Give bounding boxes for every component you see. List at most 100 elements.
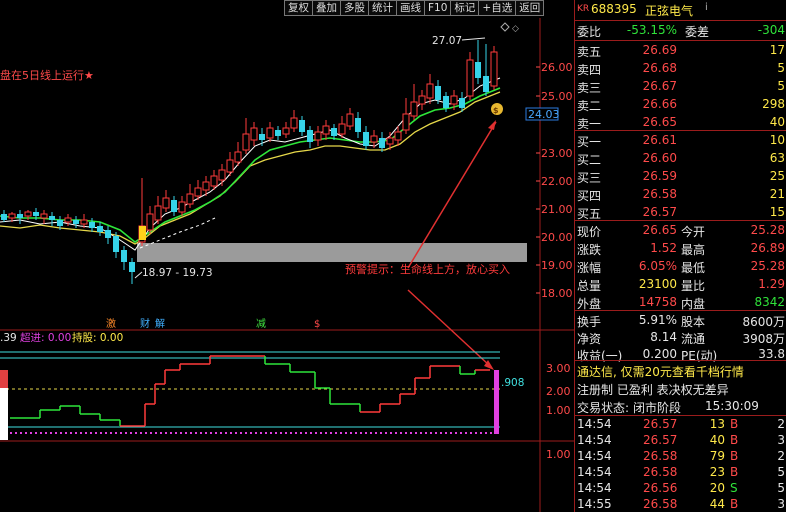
bid-volume: 15 xyxy=(769,205,785,219)
stat-label: 今开 xyxy=(681,225,706,239)
info-icon[interactable]: i xyxy=(705,2,708,13)
tick-direction: B xyxy=(730,497,739,511)
ask-price: 26.65 xyxy=(642,115,677,129)
bid-row[interactable]: 买二 26.60 63 xyxy=(575,149,786,167)
price-axis-label: 23.00 xyxy=(541,147,573,160)
candle-body xyxy=(8,213,16,219)
trade-status-value: 闭市阶段 xyxy=(633,401,682,415)
ask-volume: 17 xyxy=(769,43,785,57)
candle-body xyxy=(450,95,458,105)
candle-body xyxy=(483,76,489,92)
quote-stat-row: 现价 26.65 今开 25.28 xyxy=(575,221,786,239)
stat-value: 0.200 xyxy=(642,347,677,361)
bid-row[interactable]: 买一 26.61 10 xyxy=(575,131,786,149)
settings-icon[interactable]: ◇ xyxy=(512,24,519,34)
candle-body xyxy=(80,219,88,225)
candle-body xyxy=(299,120,305,132)
tick-volume: 44 xyxy=(709,497,725,511)
candle-body xyxy=(386,137,394,145)
ask-row[interactable]: 卖二 26.66 298 xyxy=(575,95,786,113)
weibi-value: -53.15% xyxy=(626,23,677,37)
candle-body xyxy=(307,130,313,142)
ask-label: 卖五 xyxy=(577,45,602,59)
tick-row: 14:54 26.56 20 S 5 xyxy=(575,480,786,496)
tick-count: 3 xyxy=(777,497,785,511)
ma20-line xyxy=(0,87,501,243)
candle-body xyxy=(275,130,281,136)
bid-volume: 25 xyxy=(769,169,785,183)
ask-row[interactable]: 卖一 26.65 40 xyxy=(575,113,786,131)
current-price-tag-text: 24.03 xyxy=(528,108,560,121)
event-mark[interactable]: 激 xyxy=(106,317,116,330)
candle-body xyxy=(250,127,258,141)
stat-value: 26.89 xyxy=(750,241,785,255)
candle-body xyxy=(346,113,354,127)
candle-body xyxy=(89,222,95,228)
candle-body xyxy=(49,216,55,220)
event-mark[interactable]: $ xyxy=(314,319,320,330)
highlight-candle xyxy=(139,226,146,240)
bid-label: 买一 xyxy=(577,135,602,149)
quote-panel: KR 688395 正弦电气 i 委比 -53.15% 委差 -304 卖五 2… xyxy=(574,0,786,512)
sub-label-a: .39 xyxy=(0,332,17,344)
tick-volume: 13 xyxy=(709,417,725,431)
ask-label: 卖二 xyxy=(577,99,602,113)
tick-volume: 23 xyxy=(709,465,725,479)
bid-price: 26.57 xyxy=(642,205,677,219)
tick-price: 26.57 xyxy=(643,433,678,447)
trade-status-time: 15:30:09 xyxy=(705,399,759,413)
candle-body xyxy=(105,230,111,238)
candle-body xyxy=(210,175,218,187)
ask-row[interactable]: 卖五 26.69 17 xyxy=(575,41,786,59)
event-mark[interactable]: 解 xyxy=(155,317,165,330)
candle-body xyxy=(24,211,32,217)
diamond-icon xyxy=(500,22,510,32)
tick-row: 14:54 26.58 79 B 2 xyxy=(575,448,786,464)
quote-stat-row: 净资 8.14 流通 3908万 xyxy=(575,328,786,346)
stat-value: 1.52 xyxy=(650,241,677,255)
stat-value: 26.65 xyxy=(642,223,677,237)
ask-row[interactable]: 卖四 26.68 5 xyxy=(575,59,786,77)
candle-body xyxy=(322,125,330,135)
stock-code: 688395 xyxy=(591,2,637,16)
sub-value-tag: .908 xyxy=(501,377,524,389)
price-axis-label: 20.00 xyxy=(541,231,573,244)
candle-body xyxy=(363,132,369,146)
ask-label: 卖四 xyxy=(577,63,602,77)
tick-count: 2 xyxy=(777,449,785,463)
tick-time: 14:55 xyxy=(577,497,612,511)
ask-row[interactable]: 卖三 26.67 5 xyxy=(575,77,786,95)
bid-label: 买四 xyxy=(577,189,602,203)
tick-price: 26.58 xyxy=(643,497,678,511)
notice-text[interactable]: 通达信, 仅需20元查看千档行情 xyxy=(577,363,744,380)
candle-body xyxy=(186,193,194,205)
candle-body xyxy=(426,83,434,99)
event-mark[interactable]: 减 xyxy=(256,318,266,330)
bid-row[interactable]: 买五 26.57 15 xyxy=(575,203,786,221)
stat-value: 6.05% xyxy=(638,259,677,273)
stat-value: 25.28 xyxy=(750,223,785,237)
tick-count: 3 xyxy=(777,433,785,447)
bid-row[interactable]: 买四 26.58 21 xyxy=(575,185,786,203)
candle-body xyxy=(57,220,63,226)
candle-body xyxy=(266,127,274,139)
price-axis-label: 19.00 xyxy=(541,259,573,272)
ask-volume: 298 xyxy=(762,97,785,111)
stat-label: 总量 xyxy=(577,279,602,293)
candle-body xyxy=(282,127,290,135)
sub-axis-label: 2.00 xyxy=(546,385,571,398)
quote-stat-row: 换手 5.91% 股本 8600万 xyxy=(575,311,786,329)
kline-chart-area[interactable]: 26.00 25.00 23.00 22.00 21.00 20.00 19.0… xyxy=(0,0,574,512)
reg-status-text: 注册制 已盈利 表决权无差异 xyxy=(577,383,729,397)
bid-row[interactable]: 买三 26.59 25 xyxy=(575,167,786,185)
tick-price: 26.58 xyxy=(643,465,678,479)
notice-row[interactable]: 通达信, 仅需20元查看千档行情 xyxy=(575,361,786,379)
candle-body xyxy=(218,169,226,181)
ask-price: 26.69 xyxy=(642,43,677,57)
candle-body xyxy=(1,214,7,220)
stat-label: 最低 xyxy=(681,261,706,275)
low-range-label: 18.97 - 19.73 xyxy=(142,267,213,279)
market-prefix: KR xyxy=(577,4,590,14)
candle-body xyxy=(466,59,474,97)
event-mark[interactable]: 财 xyxy=(140,317,150,330)
